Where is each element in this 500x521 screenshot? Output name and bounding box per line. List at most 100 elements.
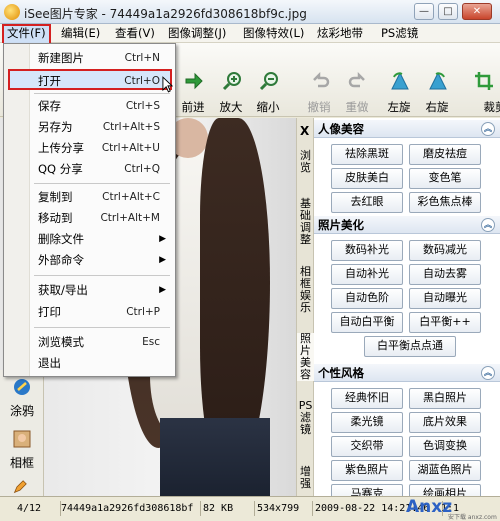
close-panel-icon[interactable]: X	[300, 124, 309, 138]
forward-button[interactable]: 前进	[174, 71, 212, 115]
zoom-in-button[interactable]: 放大	[212, 71, 250, 115]
fx-auto-fill-light[interactable]: 自动补光	[331, 264, 403, 285]
menu-item-save[interactable]: 保存 Ctrl+S	[8, 96, 172, 117]
menu-item-label: 保存	[38, 99, 61, 113]
fx-auto-exposure[interactable]: 自动曝光	[409, 288, 481, 309]
fx-painting[interactable]: 绘画相片	[409, 484, 481, 496]
collapse-icon[interactable]: ︽	[481, 122, 495, 136]
fx-purple-photo[interactable]: 紫色照片	[331, 460, 403, 481]
fx-color-pen[interactable]: 变色笔	[409, 168, 481, 189]
fx-white-balance-plus[interactable]: 白平衡++	[409, 312, 481, 333]
undo-icon	[313, 71, 330, 88]
pencil-icon[interactable]	[12, 480, 28, 494]
crop-button[interactable]: 裁剪	[468, 71, 500, 115]
fx-red-eye[interactable]: 去红眼	[331, 192, 403, 213]
menu-item-print[interactable]: 打印 Ctrl+P	[8, 302, 172, 323]
menu-item-shortcut: Ctrl+Alt+S	[102, 121, 160, 133]
tab-enhance[interactable]: 增强	[297, 466, 314, 490]
section-header-portrait[interactable]: 人像美容 ︽	[314, 120, 500, 138]
undo-button[interactable]: 撤销	[300, 71, 338, 115]
menu-item-shortcut: Ctrl+Alt+M	[100, 212, 160, 224]
section-title-style: 个性风格	[318, 366, 364, 380]
fx-tone-shift[interactable]: 色调变换	[409, 436, 481, 457]
rotate-left-button[interactable]: 左旋	[380, 71, 418, 115]
menu-edit[interactable]: 编辑(E)	[58, 26, 103, 41]
status-page: 4/12	[14, 501, 61, 516]
menu-item-open[interactable]: 打开 Ctrl+O	[8, 69, 172, 90]
tab-photo-beauty[interactable]: 照片美容	[297, 333, 314, 381]
fx-negative[interactable]: 底片效果	[409, 412, 481, 433]
fx-digital-reduce-light[interactable]: 数码减光	[409, 240, 481, 261]
minimize-button[interactable]: —	[414, 3, 434, 20]
menu-color-zone[interactable]: 炫彩地带	[314, 26, 366, 41]
forward-label: 前进	[181, 100, 205, 114]
collapse-icon[interactable]: ︽	[481, 218, 495, 232]
menu-item-label: 浏览模式	[38, 335, 84, 349]
fx-digital-fill-light[interactable]: 数码补光	[331, 240, 403, 261]
menu-item-shortcut: Ctrl+S	[125, 100, 160, 112]
fx-soft-lens[interactable]: 柔光镜	[331, 412, 403, 433]
title-bar: iSee图片专家 - 74449a1a2926fd308618bf9c.jpg …	[0, 0, 500, 24]
menu-separator	[34, 275, 170, 276]
menu-item-qq-share[interactable]: QQ 分享 Ctrl+Q	[8, 159, 172, 180]
maximize-button[interactable]: □	[438, 3, 458, 20]
collapse-icon[interactable]: ︽	[481, 366, 495, 380]
watermark-logo: Anxz	[406, 497, 453, 517]
menu-item-upload-share[interactable]: 上传分享 Ctrl+Alt+U	[8, 138, 172, 159]
fx-skin-whiten[interactable]: 皮肤美白	[331, 168, 403, 189]
status-dimensions: 534x799	[254, 501, 313, 516]
fx-remove-spots[interactable]: 祛除黑斑	[331, 144, 403, 165]
menu-item-browse-mode[interactable]: 浏览模式 Esc	[8, 332, 172, 353]
fx-white-balance-point[interactable]: 白平衡点点通	[364, 336, 456, 357]
fx-mosaic[interactable]: 马赛克	[331, 484, 403, 496]
close-button[interactable]: ✕	[462, 3, 492, 20]
menu-item-label: 上传分享	[38, 141, 84, 155]
fx-skin-smooth[interactable]: 磨皮祛痘	[409, 144, 481, 165]
fx-classic-nostalgia[interactable]: 经典怀旧	[331, 388, 403, 409]
menu-image-effects[interactable]: 图像特效(L)	[240, 26, 307, 41]
menu-separator	[34, 327, 170, 328]
menu-item-label: 另存为	[38, 120, 73, 134]
zoom-out-button[interactable]: 缩小	[249, 71, 287, 115]
menu-item-label: 退出	[38, 356, 61, 370]
fx-lake-blue-photo[interactable]: 湖蓝色照片	[409, 460, 481, 481]
tab-basic-adjust[interactable]: 基础调整	[297, 198, 314, 246]
menu-item-shortcut: Ctrl+O	[124, 75, 160, 87]
menu-image-adjust[interactable]: 图像调整(J)	[165, 26, 229, 41]
tab-browse[interactable]: 浏览	[297, 150, 314, 174]
redo-button[interactable]: 重做	[338, 71, 376, 115]
fx-auto-levels[interactable]: 自动色阶	[331, 288, 403, 309]
menu-separator	[34, 93, 170, 94]
menu-item-copy-to[interactable]: 复制到 Ctrl+Alt+C	[8, 187, 172, 208]
effects-panel: 人像美容 ︽ 祛除黑斑 磨皮祛痘 皮肤美白 变色笔 去红眼 彩色焦点棒 照片美化…	[314, 118, 500, 496]
menu-item-shortcut: Ctrl+P	[126, 306, 160, 318]
menu-item-exit[interactable]: 退出	[8, 353, 172, 374]
fx-auto-white-balance[interactable]: 自动白平衡	[331, 312, 403, 333]
graffiti-label: 涂鸦	[9, 404, 34, 418]
graffiti-tool[interactable]: 涂鸦	[2, 378, 42, 419]
tab-frame-fun[interactable]: 相框娱乐	[297, 266, 314, 314]
fx-interweave[interactable]: 交织带	[331, 436, 403, 457]
tab-ps-filters[interactable]: PS滤镜	[297, 400, 314, 436]
fx-auto-dehaze[interactable]: 自动去雾	[409, 264, 481, 285]
menu-item-move-to[interactable]: 移动到 Ctrl+Alt+M	[8, 208, 172, 229]
rotate-right-button[interactable]: 右旋	[418, 71, 456, 115]
menu-item-save-as[interactable]: 另存为 Ctrl+Alt+S	[8, 117, 172, 138]
menu-item-external-command[interactable]: 外部命令 ▶	[8, 250, 172, 271]
undo-label: 撤销	[307, 100, 331, 114]
section-header-beautify[interactable]: 照片美化 ︽	[314, 216, 500, 234]
left-tool-dock: 涂鸦 相框	[0, 370, 44, 496]
graffiti-icon	[14, 379, 30, 395]
zoom-out-icon	[259, 72, 278, 91]
submenu-arrow-icon: ▶	[159, 255, 166, 265]
menu-ps-filters[interactable]: PS滤镜	[378, 26, 421, 41]
fx-black-white[interactable]: 黑白照片	[409, 388, 481, 409]
menu-item-delete-file[interactable]: 删除文件 ▶	[8, 229, 172, 250]
menu-view[interactable]: 查看(V)	[112, 26, 158, 41]
menu-item-new[interactable]: 新建图片 Ctrl+N	[8, 48, 172, 69]
menu-item-acquire-export[interactable]: 获取/导出 ▶	[8, 280, 172, 301]
photo-frame-tool[interactable]: 相框	[2, 430, 42, 471]
section-header-style[interactable]: 个性风格 ︽	[314, 364, 500, 382]
menu-item-label: 打开	[38, 74, 61, 88]
fx-color-focus[interactable]: 彩色焦点棒	[409, 192, 481, 213]
